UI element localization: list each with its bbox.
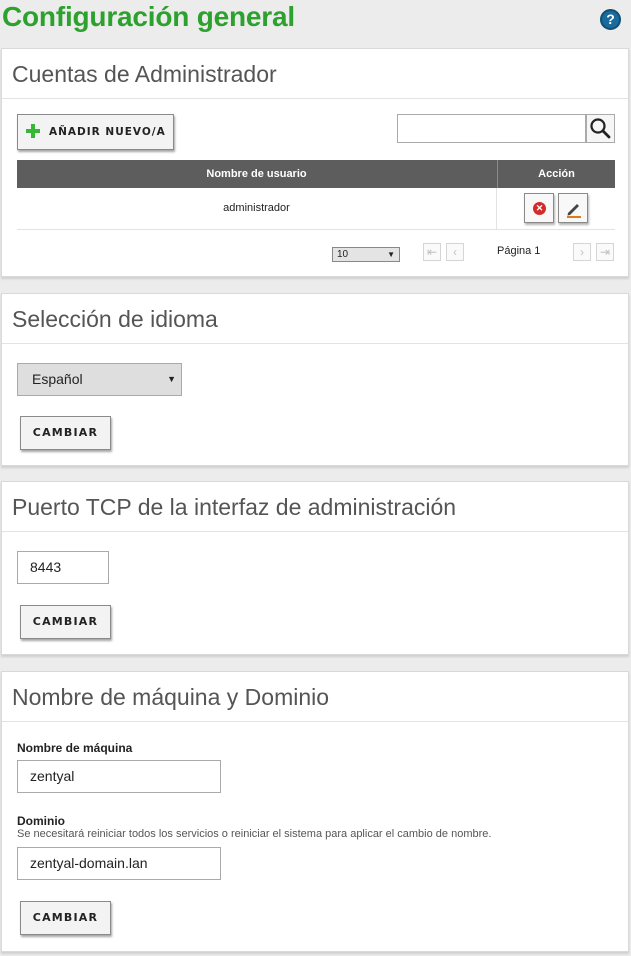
add-new-button[interactable]: AÑADIR NUEVO/A	[17, 114, 174, 150]
port-panel: Puerto TCP de la interfaz de administrac…	[1, 481, 629, 655]
column-divider	[496, 188, 497, 230]
panel-title: Selección de idioma	[12, 306, 218, 332]
hostname-label: Nombre de máquina	[17, 741, 133, 755]
panel-header: Selección de idioma	[2, 294, 628, 344]
panel-title: Puerto TCP de la interfaz de administrac…	[12, 494, 457, 520]
page-size-value: 10	[337, 249, 349, 260]
hostname-panel: Nombre de máquina y Dominio Nombre de má…	[1, 671, 629, 952]
column-header-action: Acción	[497, 160, 615, 188]
hostname-input[interactable]: zentyal	[17, 760, 221, 793]
page-label: Página 1	[497, 245, 541, 257]
column-header-username: Nombre de usuario	[206, 168, 307, 180]
help-icon[interactable]: ?	[600, 9, 621, 30]
edit-button[interactable]	[558, 193, 588, 223]
page-header: Configuración general ?	[0, 0, 631, 40]
pencil-icon	[567, 204, 581, 218]
last-page-icon[interactable]: ⇥	[596, 243, 614, 261]
delete-icon: ✕	[533, 202, 546, 215]
first-page-icon[interactable]: ⇤	[423, 243, 441, 261]
language-select[interactable]: Español ▼	[17, 363, 182, 396]
page-size-select[interactable]: 10 ▼	[332, 247, 400, 262]
add-new-label: AÑADIR NUEVO/A	[49, 126, 166, 138]
panel-header: Puerto TCP de la interfaz de administrac…	[2, 482, 628, 532]
next-page-icon[interactable]: ›	[573, 243, 591, 261]
chevron-down-icon: ▼	[387, 250, 395, 259]
domain-help-text: Se necesitará reiniciar todos los servic…	[17, 828, 492, 840]
prev-page-icon[interactable]: ‹	[446, 243, 464, 261]
panel-title: Nombre de máquina y Dominio	[12, 684, 330, 710]
domain-label: Dominio	[17, 814, 65, 828]
plus-icon	[26, 124, 40, 138]
delete-button[interactable]: ✕	[524, 193, 554, 223]
change-language-button[interactable]: CAMBIAR	[20, 416, 111, 450]
panel-header: Nombre de máquina y Dominio	[2, 672, 628, 722]
change-hostname-button[interactable]: CAMBIAR	[20, 901, 111, 935]
port-input[interactable]: 8443	[17, 551, 109, 584]
admin-accounts-panel: Cuentas de Administrador AÑADIR NUEVO/A …	[1, 48, 629, 277]
change-port-button[interactable]: CAMBIAR	[20, 605, 111, 639]
chevron-down-icon: ▼	[167, 374, 176, 384]
panel-title: Cuentas de Administrador	[12, 61, 277, 87]
table-header: Nombre de usuario Acción	[17, 160, 615, 188]
username-cell: administrador	[223, 202, 290, 214]
domain-input[interactable]: zentyal-domain.lan	[17, 847, 221, 880]
search-input[interactable]	[397, 114, 586, 143]
language-selected: Español	[32, 371, 83, 387]
page-title: Configuración general	[2, 1, 295, 32]
panel-header: Cuentas de Administrador	[2, 49, 628, 99]
search-icon	[590, 118, 611, 139]
search-button[interactable]	[586, 114, 615, 143]
language-panel: Selección de idioma Español ▼ CAMBIAR	[1, 293, 629, 466]
